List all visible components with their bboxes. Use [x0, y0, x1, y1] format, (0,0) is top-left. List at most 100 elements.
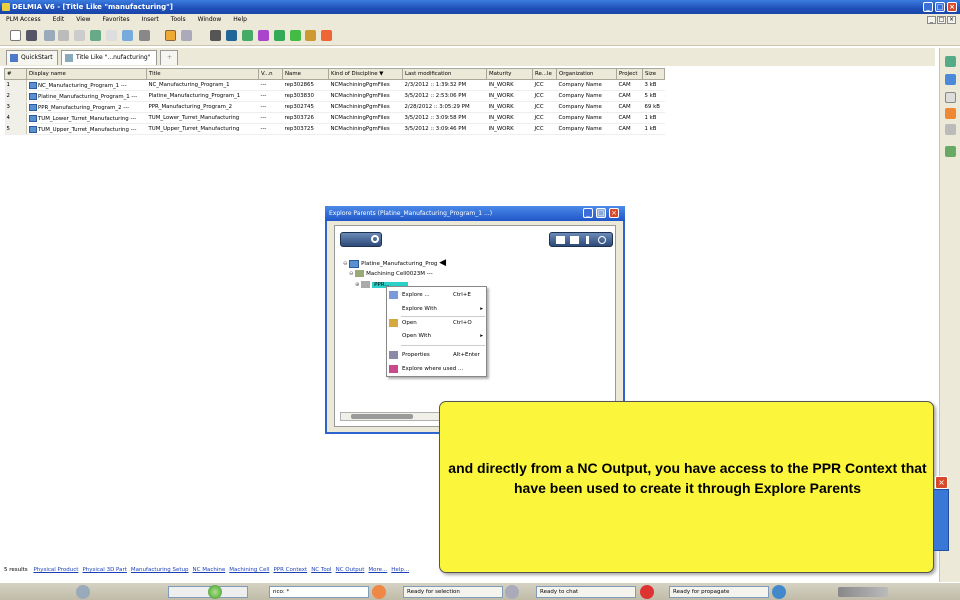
paste-icon[interactable] [74, 30, 85, 41]
column-header[interactable]: Name [282, 68, 329, 80]
chat-icon[interactable] [505, 585, 519, 599]
dialog-search-toolbar[interactable] [340, 232, 382, 247]
close-button[interactable]: × [947, 2, 957, 12]
globe-icon[interactable] [226, 30, 237, 41]
column-header[interactable]: Project [616, 68, 643, 80]
table-row[interactable]: 2 Platine_Manufacturing_Program_1 --- Plat… [4, 90, 665, 102]
power-input-icon[interactable] [208, 585, 222, 599]
compass-icon[interactable] [76, 585, 90, 599]
tab-add[interactable]: + [160, 50, 178, 65]
search-icon[interactable] [371, 235, 379, 243]
print-icon[interactable] [26, 30, 37, 41]
nc-program-icon [29, 92, 37, 100]
menu-tools[interactable]: Tools [165, 14, 192, 26]
document-icon[interactable] [945, 92, 956, 103]
column-header[interactable]: Organization [556, 68, 617, 80]
copy-icon[interactable] [58, 30, 69, 41]
mdi-minimize-button[interactable]: _ [927, 16, 936, 24]
cut-icon[interactable] [44, 30, 55, 41]
folder-icon[interactable] [945, 108, 956, 119]
what-is-this-icon[interactable] [122, 30, 133, 41]
result-type-link[interactable]: NC Output [336, 567, 365, 573]
column-header[interactable]: Last modification [402, 68, 487, 80]
bomb-icon[interactable] [210, 30, 221, 41]
filter-icon[interactable] [586, 236, 589, 244]
select-mode-icon[interactable] [165, 30, 176, 41]
tools-icon[interactable] [242, 30, 253, 41]
new-document-icon[interactable] [10, 30, 21, 41]
tab-title-like[interactable]: Title Like "...nufacturing" [61, 50, 157, 65]
nc-program-icon [29, 114, 37, 122]
menu-item-explore-with[interactable]: Explore With ▸ [387, 303, 487, 315]
column-header[interactable]: # [4, 68, 27, 80]
scrollbar-thumb[interactable] [351, 414, 413, 419]
tree-root[interactable]: ⊖ Platine_Manufacturing_Prog ◀ [343, 258, 446, 268]
settings-icon[interactable] [598, 236, 606, 244]
table-view-icon[interactable] [181, 30, 192, 41]
background-panel-edge [933, 489, 949, 551]
command-go-icon[interactable] [372, 585, 386, 599]
column-header[interactable]: Size [642, 68, 665, 80]
dialog-maximize-button[interactable]: □ [596, 208, 606, 218]
sync-icon[interactable] [945, 74, 956, 85]
undo-icon[interactable] [90, 30, 101, 41]
menu-item-open[interactable]: Open Ctrl+O [387, 317, 487, 329]
menu-item-explore[interactable]: Explore ... Ctrl+E [387, 289, 487, 301]
delete-icon[interactable] [321, 30, 332, 41]
table-row[interactable]: 5 TUM_Upper_Turret_Manufacturing --- TUM_U… [4, 123, 665, 135]
search-settings-icon[interactable] [945, 56, 956, 67]
refresh-icon[interactable] [290, 30, 301, 41]
tab-quickstart[interactable]: QuickStart [6, 50, 58, 65]
column-header[interactable]: Title [146, 68, 259, 80]
result-type-link[interactable]: NC Machine [193, 567, 226, 573]
menu-item-open-with[interactable]: Open With ▸ [387, 330, 487, 342]
propagate-icon[interactable] [640, 585, 654, 599]
menu-edit[interactable]: Edit [47, 14, 71, 26]
result-type-link[interactable]: More... [368, 567, 387, 573]
menu-plm-access[interactable]: PLM Access [0, 14, 47, 26]
column-header[interactable]: Kind of Discipline ▼ [328, 68, 403, 80]
menu-item-explore-where-used[interactable]: Explore where used ... [387, 363, 487, 375]
tree-icon[interactable] [274, 30, 285, 41]
mdi-restore-button[interactable]: □ [937, 16, 946, 24]
collapse-icon[interactable] [570, 236, 579, 244]
horizontal-scrollbar[interactable] [340, 412, 440, 421]
result-type-link[interactable]: Physical 3D Part [82, 567, 126, 573]
dialog-close-button[interactable]: × [609, 208, 619, 218]
result-type-link[interactable]: Help... [391, 567, 409, 573]
mdi-close-button[interactable]: × [947, 16, 956, 24]
result-type-link[interactable]: NC Tool [311, 567, 331, 573]
menu-insert[interactable]: Insert [136, 14, 165, 26]
column-header[interactable]: Maturity [486, 68, 533, 80]
tree-child-machining-cell[interactable]: ⊖ Machining Cell0023M --- [349, 270, 433, 277]
redo-icon[interactable] [106, 30, 117, 41]
command-input[interactable]: nco: * [269, 586, 369, 598]
table-row[interactable]: 3 PPR_Manufacturing_Program_2 --- PPR_Manu… [4, 101, 665, 113]
properties-icon[interactable] [945, 124, 956, 135]
status-globe-icon[interactable] [772, 585, 786, 599]
result-type-link[interactable]: Physical Product [33, 567, 78, 573]
menu-favorites[interactable]: Favorites [96, 14, 135, 26]
column-header[interactable]: Re...le [532, 68, 557, 80]
menu-help[interactable]: Help [227, 14, 253, 26]
result-type-link[interactable]: Machining Cell [229, 567, 269, 573]
result-type-link[interactable]: Manufacturing Setup [131, 567, 189, 573]
user-icon[interactable] [305, 30, 316, 41]
table-row[interactable]: 1 NC_Manufacturing_Program_1 --- NC_Manufa… [4, 79, 665, 91]
menu-window[interactable]: Window [192, 14, 228, 26]
minimize-button[interactable]: _ [923, 2, 933, 12]
menu-view[interactable]: View [70, 14, 96, 26]
menu-item-properties[interactable]: Properties Alt+Enter [387, 349, 487, 361]
column-header[interactable]: Display name [26, 68, 147, 80]
maximize-button[interactable]: □ [935, 2, 945, 12]
table-row[interactable]: 4 TUM_Lower_Turret_Manufacturing --- TUM_L… [4, 112, 665, 124]
wizard-icon[interactable] [258, 30, 269, 41]
help-query-icon[interactable] [139, 30, 150, 41]
result-type-link[interactable]: PPR Context [273, 567, 307, 573]
dialog-view-toolbar[interactable] [549, 232, 613, 247]
column-header[interactable]: V...n [258, 68, 283, 80]
expand-icon[interactable] [556, 236, 565, 244]
tag-icon[interactable] [945, 146, 956, 157]
callout-close-icon[interactable]: × [935, 476, 948, 489]
dialog-minimize-button[interactable]: _ [583, 208, 593, 218]
